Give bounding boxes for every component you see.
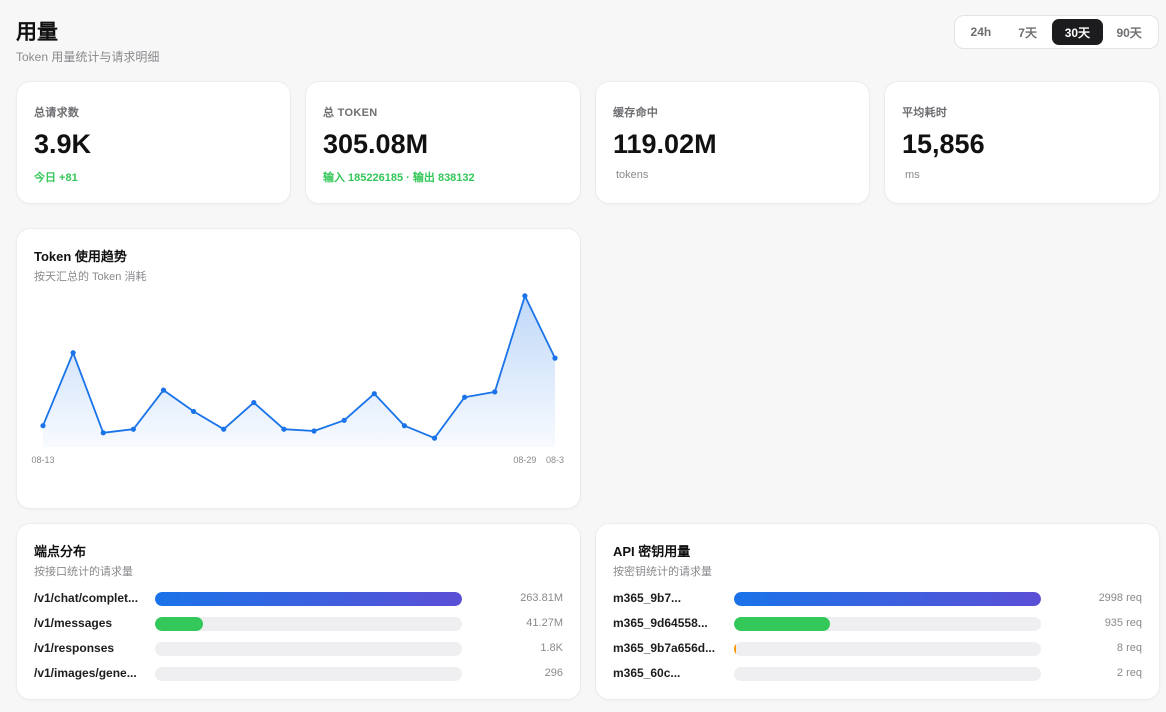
endpoint-row-bar-fill xyxy=(155,617,203,631)
api-key-row-bar-track xyxy=(734,592,1041,606)
trend-point[interactable] xyxy=(552,355,558,361)
endpoint-row: /v1/responses 1.8K xyxy=(34,640,563,658)
api-key-row: m365_9d64558... 935 req xyxy=(613,615,1142,633)
trend-point[interactable] xyxy=(371,391,377,397)
endpoint-row-bar-track xyxy=(155,617,462,631)
endpoint-row-label: /v1/images/gene... xyxy=(34,666,137,680)
trend-point[interactable] xyxy=(251,399,257,406)
api-key-row-label: m365_60c... xyxy=(613,666,681,680)
time-range-selector: 24h 7天 30天 90天 xyxy=(954,15,1159,49)
range-7d-button[interactable]: 7天 xyxy=(1004,19,1052,45)
stat-card-cache-hits: 缓存命中 119.02M tokens xyxy=(595,81,870,204)
trend-point[interactable] xyxy=(160,387,167,393)
api-key-row-label: m365_9b7... xyxy=(613,591,682,605)
stat-label: 平均耗时 xyxy=(902,107,948,119)
page-title: 用量 xyxy=(16,21,58,44)
stat-sub: tokens xyxy=(616,169,649,181)
trend-point[interactable] xyxy=(190,408,197,415)
endpoint-row-bar-fill xyxy=(155,592,462,606)
stat-card-avg-latency: 平均耗时 15,856 ms xyxy=(884,81,1160,204)
endpoint-row: /v1/images/gene... 296 xyxy=(34,665,563,683)
trend-point[interactable] xyxy=(311,428,317,434)
endpoint-row-bar-track xyxy=(155,592,462,606)
endpoint-row-bar-track xyxy=(155,642,462,656)
trend-point[interactable] xyxy=(70,350,76,356)
api-key-row-label: m365_9b7a656d... xyxy=(613,641,716,655)
trend-point[interactable] xyxy=(462,394,468,400)
stat-card-total-tokens: 总 TOKEN 305.08M 输入 185226185 · 输出 838132 xyxy=(305,81,581,204)
api-key-row: m365_60c... 2 req xyxy=(613,665,1142,683)
stat-sub: 今日 +81 xyxy=(34,172,78,184)
api-key-row-bar-fill xyxy=(734,592,1041,606)
trend-point[interactable] xyxy=(522,293,528,299)
trend-area xyxy=(43,295,555,447)
endpoint-row-label: /v1/chat/complet... xyxy=(34,591,139,605)
trend-point[interactable] xyxy=(492,389,498,395)
api-key-row-value: 2998 req xyxy=(1098,592,1142,604)
card-title: API 密钥用量 xyxy=(613,544,691,559)
api-key-row-bar-fill xyxy=(734,617,830,631)
x-tick-label: 08-13 xyxy=(31,455,54,465)
api-key-row-bar-track xyxy=(734,667,1041,681)
stat-sub: 输入 185226185 · 输出 838132 xyxy=(323,172,475,184)
stat-value: 119.02M xyxy=(613,129,717,159)
endpoint-row-label: /v1/messages xyxy=(34,616,113,630)
trend-point[interactable] xyxy=(401,423,408,429)
range-24h-button[interactable]: 24h xyxy=(958,19,1004,45)
endpoint-row-value: 1.8K xyxy=(540,642,563,654)
endpoint-row: /v1/chat/complet... 263.81M xyxy=(34,590,563,608)
endpoint-row-value: 263.81M xyxy=(520,592,563,604)
trend-point[interactable] xyxy=(431,435,438,441)
stat-value: 15,856 xyxy=(902,129,985,159)
trend-point[interactable] xyxy=(40,423,46,429)
card-title: 端点分布 xyxy=(34,544,87,559)
range-30d-button[interactable]: 30天 xyxy=(1051,19,1104,45)
stat-label: 缓存命中 xyxy=(613,107,659,119)
page-subtitle: Token 用量统计与请求明细 xyxy=(16,50,160,64)
card-subtitle: 按接口统计的请求量 xyxy=(34,566,133,578)
api-key-row-bar-track xyxy=(734,617,1041,631)
endpoint-distribution-card: 端点分布 按接口统计的请求量 /v1/chat/complet... 263.81… xyxy=(16,523,581,700)
api-key-row-label: m365_9d64558... xyxy=(613,616,708,630)
stat-value: 305.08M xyxy=(323,129,429,159)
api-key-row: m365_9b7... 2998 req xyxy=(613,590,1142,608)
trend-point[interactable] xyxy=(100,430,106,436)
api-key-row: m365_9b7a656d... 8 req xyxy=(613,640,1142,658)
endpoint-row: /v1/messages 41.27M xyxy=(34,615,563,633)
trend-point[interactable] xyxy=(281,426,287,432)
endpoint-row-value: 41.27M xyxy=(526,617,563,629)
endpoint-row-value: 296 xyxy=(544,667,563,679)
stat-label: 总请求数 xyxy=(34,107,80,119)
api-key-row-bar-track xyxy=(734,642,1041,656)
trend-point[interactable] xyxy=(341,417,347,423)
endpoint-row-bar-track xyxy=(155,667,462,681)
token-trend-card: Token 使用趋势 按天汇总的 Token 消耗 08-13 08-29 08-3 xyxy=(16,228,581,509)
trend-point[interactable] xyxy=(130,426,136,432)
card-subtitle: 按密钥统计的请求量 xyxy=(613,566,712,578)
api-key-usage-card: API 密钥用量 按密钥统计的请求量 m365_9b7... 2998 req m3… xyxy=(595,523,1160,700)
api-key-row-value: 935 req xyxy=(1104,617,1142,629)
stat-label: 总 TOKEN xyxy=(323,107,378,119)
range-90d-button[interactable]: 90天 xyxy=(1103,19,1155,45)
stat-value: 3.9K xyxy=(34,129,92,159)
api-key-row-value: 2 req xyxy=(1116,667,1142,679)
x-tick-label: 08-3 xyxy=(546,455,564,465)
stat-card-total-requests: 总请求数 3.9K 今日 +81 xyxy=(16,81,291,204)
api-key-row-value: 8 req xyxy=(1116,642,1142,654)
trend-point[interactable] xyxy=(221,426,227,432)
x-tick-label: 08-29 xyxy=(513,455,536,465)
token-trend-chart: 08-13 08-29 08-3 xyxy=(31,293,564,465)
stat-sub: ms xyxy=(905,169,920,181)
api-key-row-bar-fill xyxy=(734,642,737,656)
endpoint-row-label: /v1/responses xyxy=(34,641,115,655)
